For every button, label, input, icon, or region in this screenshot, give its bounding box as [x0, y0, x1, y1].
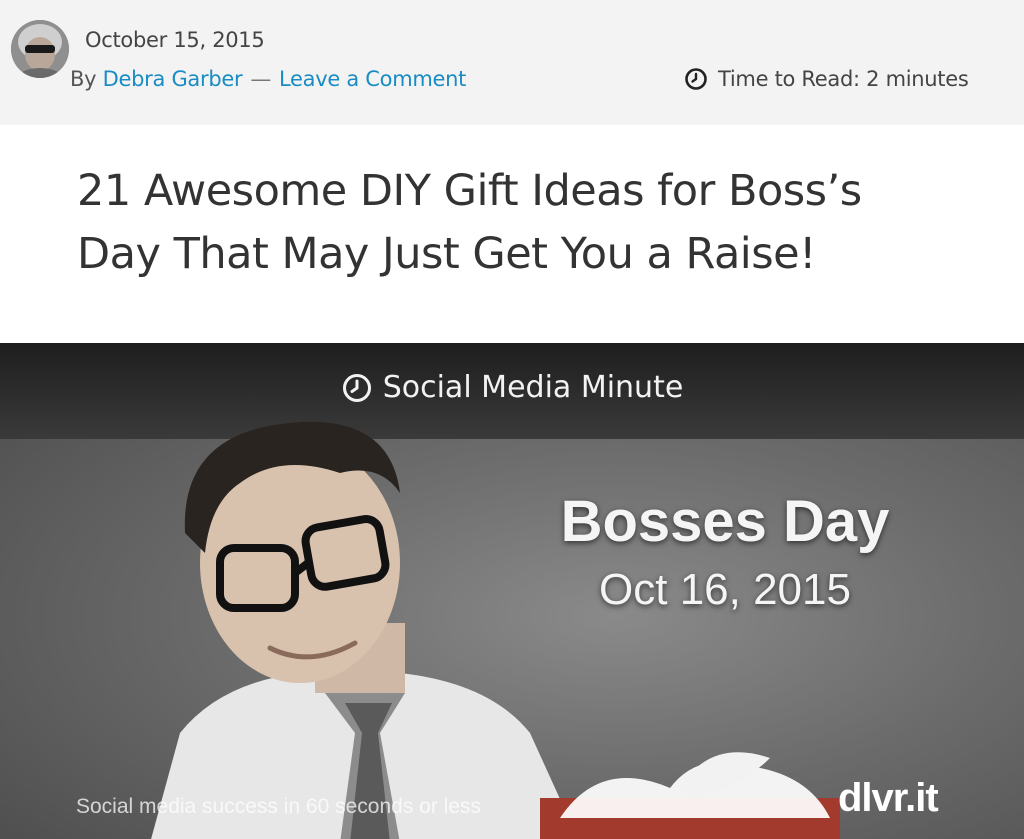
hero-brand-watermark: dlvr.it: [838, 776, 939, 820]
hero-caption: Social Media Minute: [0, 370, 1024, 405]
read-time: Time to Read: 2 minutes: [684, 67, 969, 91]
byline: By Debra Garber — Leave a Comment: [70, 67, 466, 91]
byline-separator: —: [250, 67, 272, 91]
post-title[interactable]: 21 Awesome DIY Gift Ideas for Boss’s Day…: [77, 160, 957, 286]
leave-comment-link[interactable]: Leave a Comment: [279, 67, 466, 91]
clock-icon: [342, 373, 371, 402]
post-date: October 15, 2015: [85, 28, 265, 52]
author-avatar[interactable]: [11, 20, 69, 78]
clock-icon: [685, 68, 707, 90]
read-time-label: Time to Read: 2 minutes: [718, 67, 969, 91]
featured-image[interactable]: Social Media Minute Bosses Day Oct 16, 2…: [0, 343, 1024, 839]
hero-headline: Bosses Day: [560, 489, 890, 554]
post-meta-bar: October 15, 2015 By Debra Garber — Leave a…: [0, 0, 1024, 125]
hero-tagline: Social media success in 60 seconds or le…: [76, 795, 482, 818]
author-link[interactable]: Debra Garber: [103, 67, 243, 91]
hero-event-date: Oct 16, 2015: [599, 565, 851, 614]
gift-box-illustration: [540, 752, 840, 839]
by-label: By: [70, 67, 97, 91]
hero-caption-text: Social Media Minute: [382, 370, 684, 405]
